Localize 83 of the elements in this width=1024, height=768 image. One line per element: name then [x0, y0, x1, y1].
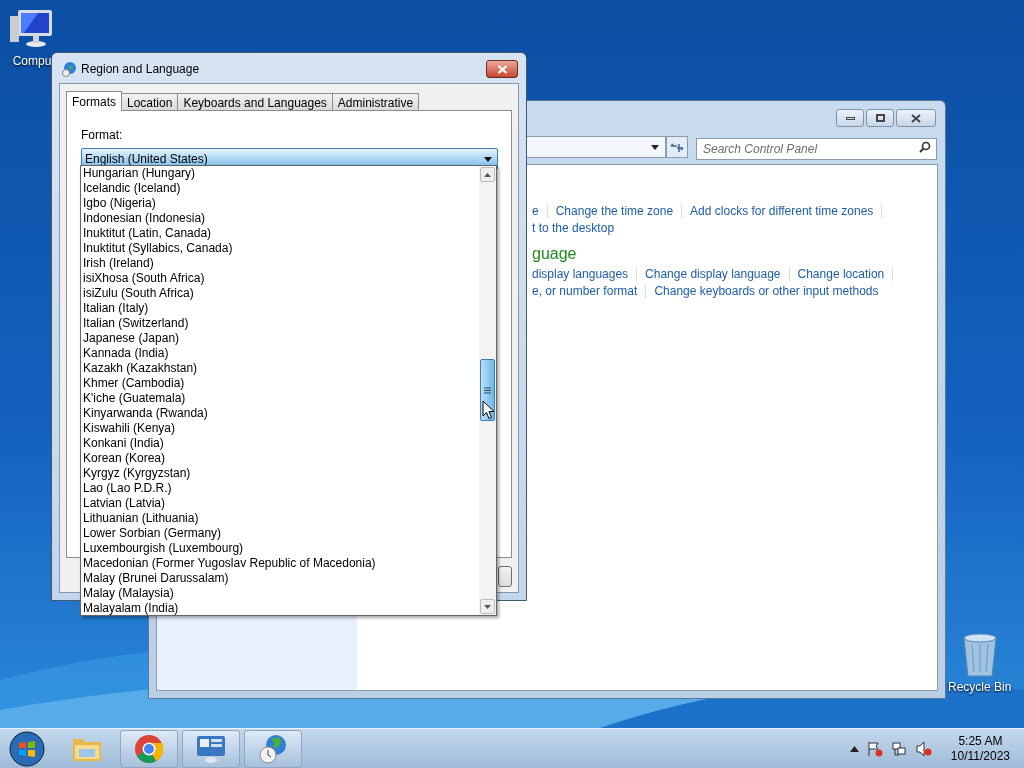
list-option[interactable]: Malay (Malaysia) [83, 586, 479, 601]
globe-clock-icon [257, 732, 289, 765]
clock-date: 10/11/2023 [950, 748, 1010, 764]
list-option[interactable]: Italian (Switzerland) [83, 316, 479, 331]
list-option[interactable]: Italian (Italy) [83, 301, 479, 316]
settings-link[interactable]: Add clocks for different time zones [690, 201, 874, 220]
list-option[interactable]: isiXhosa (South Africa) [83, 271, 479, 286]
list-option[interactable]: Indonesian (Indonesia) [83, 211, 479, 226]
windows-logo-icon [9, 730, 45, 767]
list-option[interactable]: Kannada (India) [83, 346, 479, 361]
dialog-button[interactable] [498, 566, 512, 587]
list-option[interactable]: Lower Sorbian (Germany) [83, 526, 479, 541]
list-option[interactable]: isiZulu (South Africa) [83, 286, 479, 301]
close-icon [911, 113, 921, 123]
list-option[interactable]: Korean (Korea) [83, 451, 479, 466]
scroll-down-button[interactable] [480, 599, 495, 614]
list-option[interactable]: Latvian (Latvia) [83, 496, 479, 511]
taskbar-button[interactable] [244, 729, 302, 768]
settings-link[interactable]: Change display language [645, 264, 781, 283]
list-option[interactable]: Luxembourgish (Luxembourg) [83, 541, 479, 556]
tab[interactable]: Formats [66, 91, 122, 111]
list-option[interactable]: Kyrgyz (Kyrgyzstan) [83, 466, 479, 481]
clock-time: 5:25 AM [958, 733, 1003, 749]
globe-icon [61, 61, 77, 77]
tab[interactable]: Location [121, 93, 179, 110]
search-icon [919, 141, 931, 153]
taskbar-button[interactable] [120, 729, 178, 768]
dropdown-arrow-icon [651, 144, 659, 150]
list-option[interactable]: Malay (Brunei Darussalam) [83, 571, 479, 586]
settings-link[interactable]: t to the desktop [532, 218, 615, 237]
down-arrow-icon [484, 604, 491, 609]
grip-icon [484, 386, 491, 394]
scroll-up-button[interactable] [480, 167, 495, 182]
minimize-button[interactable] [836, 109, 864, 127]
scrollbar[interactable] [479, 166, 496, 615]
dropdown-arrow-icon [484, 156, 492, 162]
up-arrow-icon [484, 172, 491, 177]
mouse-cursor-icon [482, 400, 495, 420]
chrome-icon [134, 733, 164, 764]
control-panel-icon [195, 733, 227, 764]
list-option[interactable]: Macedonian (Former Yugoslav Republic of Macedonia) [83, 556, 479, 571]
list-option[interactable]: Khmer (Cambodia) [83, 376, 479, 391]
list-option[interactable]: Icelandic (Iceland) [83, 181, 479, 196]
list-option[interactable]: Igbo (Nigeria) [83, 196, 479, 211]
list-option[interactable]: K'iche (Guatemala) [83, 391, 479, 406]
list-option[interactable]: Malayalam (India) [83, 601, 479, 616]
list-option[interactable]: Konkani (India) [83, 436, 479, 451]
list-option[interactable]: Japanese (Japan) [83, 331, 479, 346]
settings-link[interactable]: e, or number format [532, 281, 638, 300]
network-icon[interactable] [890, 740, 907, 757]
list-option[interactable]: Lao (Lao P.D.R.) [83, 481, 479, 496]
close-button[interactable] [896, 109, 936, 127]
list-option[interactable]: Kazakh (Kazakhstan) [83, 361, 479, 376]
search-field[interactable]: Search Control Panel [696, 138, 937, 160]
close-icon [496, 64, 508, 74]
tab[interactable]: Keyboards and Languages [177, 93, 333, 110]
desktop-icon-label[interactable]: Compu [12, 52, 52, 70]
settings-link[interactable]: e [532, 201, 539, 220]
settings-link[interactable]: Change location [797, 264, 885, 283]
taskbar-button[interactable] [182, 729, 240, 768]
settings-link[interactable]: Change keyboards or other input methods [654, 281, 879, 300]
list-option[interactable]: Lithuanian (Lithuania) [83, 511, 479, 526]
speaker-muted-icon[interactable] [914, 740, 933, 757]
refresh-button[interactable] [666, 136, 688, 158]
list-option[interactable]: Irish (Ireland) [83, 256, 479, 271]
desktop-icon-label[interactable]: Recycle Bin [948, 678, 1012, 696]
category-heading[interactable]: guage [532, 244, 894, 264]
close-button[interactable] [486, 60, 518, 78]
settings-link[interactable]: display languages [532, 264, 629, 283]
settings-link[interactable]: Change the time zone [555, 201, 674, 220]
list-option[interactable]: Inuktitut (Latin, Canada) [83, 226, 479, 241]
refresh-icon [670, 141, 684, 153]
tab[interactable]: Administrative [331, 93, 420, 110]
clock[interactable]: 5:25 AM 10/11/2023 [950, 733, 1010, 764]
list-option[interactable]: Kiswahili (Kenya) [83, 421, 479, 436]
flag-icon[interactable] [866, 740, 883, 757]
window-title: Region and Language [81, 61, 200, 78]
format-list[interactable] [80, 165, 497, 616]
list-option[interactable]: Inuktitut (Syllabics, Canada) [83, 241, 479, 256]
show-hidden-icons-icon[interactable] [849, 745, 859, 752]
field-label: Format: [81, 127, 124, 144]
maximize-button[interactable] [866, 109, 894, 127]
list-option[interactable]: Kinyarwanda (Rwanda) [83, 406, 479, 421]
